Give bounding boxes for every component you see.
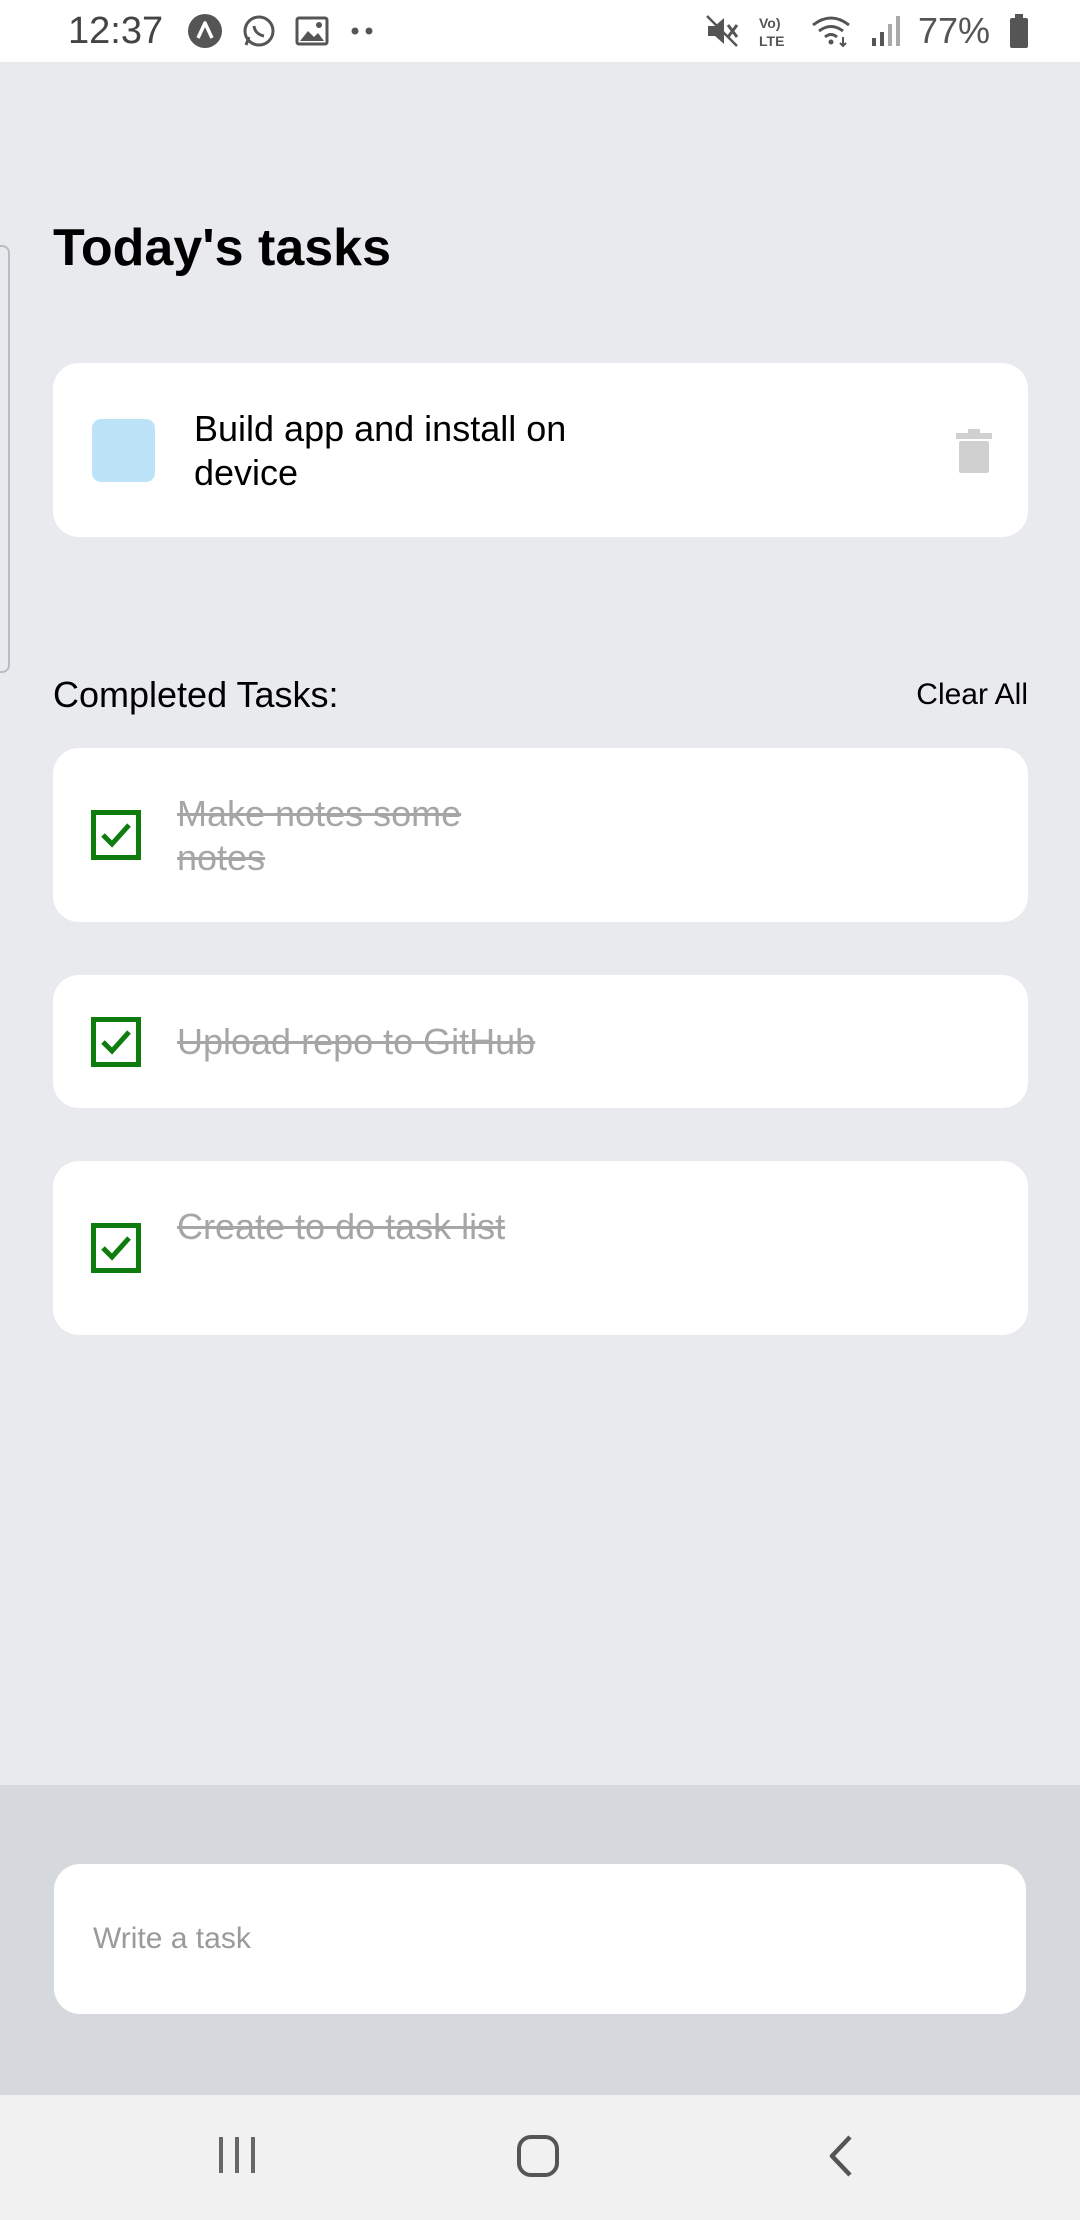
completed-task-text: Create to do task list [177,1206,506,1247]
side-panel-handle[interactable] [0,245,10,673]
signal-icon [870,14,900,48]
svg-text:Vo): Vo) [759,15,781,31]
status-bar-left: 12:37 [68,10,377,53]
back-icon[interactable] [820,2133,866,2182]
task-input[interactable] [54,1864,1026,2014]
completed-tasks-label: Completed Tasks: [53,674,339,715]
completed-task-card[interactable]: Make notes some notes [53,748,1028,922]
completed-task-card[interactable]: Create to do task list [53,1161,1028,1335]
status-bar-right: Vo) LTE 77% [704,10,1030,52]
checked-checkbox-icon[interactable] [91,1223,141,1278]
trash-icon[interactable] [956,429,992,478]
mute-icon [704,13,740,49]
completed-task-card[interactable]: Upload repo to GitHub [53,975,1028,1108]
task-input-area [0,1785,1080,2095]
completed-task-text: Upload repo to GitHub [177,1021,536,1062]
task-text: Build app and install on device [194,408,567,493]
completed-task-text: Make notes some notes [177,793,462,878]
navigation-bar [0,2095,1080,2220]
clear-all-button[interactable]: Clear All [916,678,1028,712]
wifi-icon [810,13,852,49]
task-checkbox[interactable] [92,419,155,482]
whatsapp-icon [241,13,277,49]
recent-apps-icon[interactable] [215,2133,259,2180]
svg-text:LTE: LTE [759,33,784,49]
more-dots-icon [347,26,377,36]
checked-checkbox-icon[interactable] [91,1017,141,1072]
home-icon[interactable] [515,2133,561,2182]
battery-icon [1008,13,1030,49]
status-bar: 12:37 Vo) LTE 77% [0,0,1080,62]
gallery-icon [295,14,329,48]
volte-icon: Vo) LTE [758,13,792,49]
checked-checkbox-icon[interactable] [91,810,141,865]
page-title: Today's tasks [53,219,391,277]
battery-percent: 77% [917,10,990,51]
status-time: 12:37 [68,9,164,52]
task-card[interactable]: Build app and install on device [53,363,1028,537]
app-icon [187,13,223,49]
